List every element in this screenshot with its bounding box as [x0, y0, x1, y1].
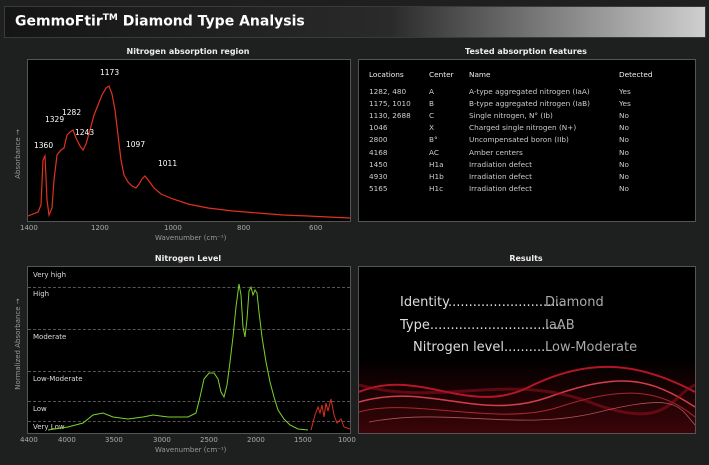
- table-cell: B°: [429, 135, 438, 145]
- table-cell: A: [429, 86, 434, 96]
- absorption-chart: 1360 1329 1282 1243 1173 1097 1011: [27, 59, 351, 222]
- nitrogen-level-value: Low-Moderate: [545, 340, 638, 355]
- results-panel-title: Results: [509, 254, 543, 263]
- peak-label: 1243: [75, 128, 95, 137]
- absorption-x-tick: 600: [309, 224, 323, 232]
- table-cell: H1a: [429, 159, 444, 169]
- table-cell: No: [619, 123, 629, 133]
- level-red-segment: [310, 398, 350, 431]
- table-cell: 1046: [369, 123, 388, 133]
- title-bar: GemmoFtirTM Diamond Type Analysis: [4, 6, 706, 38]
- table-cell: AC: [429, 147, 439, 157]
- level-x-tick: 1000: [338, 436, 356, 444]
- table-cell: No: [619, 135, 629, 145]
- table-row: 1450 H1a Irradiation defect No: [369, 158, 659, 170]
- table-cell: 1282, 480: [369, 86, 407, 96]
- absorption-spectrum-line: [28, 85, 350, 219]
- table-row: 1130, 2688 C Single nitrogen, N° (Ib) No: [369, 109, 659, 121]
- table-cell: Yes: [619, 86, 631, 96]
- features-panel: Locations Center Name Detected 1282, 480…: [358, 59, 696, 222]
- absorption-x-tick: 800: [237, 224, 251, 232]
- table-cell: Charged single nitrogen (N+): [469, 123, 577, 133]
- level-plot: [47, 283, 350, 431]
- table-cell: Uncompensated boron (IIb): [469, 135, 569, 145]
- table-cell: Amber centers: [469, 147, 523, 157]
- identity-value: Diamond: [545, 295, 604, 310]
- table-cell: H1b: [429, 171, 444, 181]
- table-cell: 1175, 1010: [369, 98, 411, 108]
- app-title: GemmoFtirTM Diamond Type Analysis: [15, 13, 305, 30]
- peak-label: 1097: [126, 140, 146, 149]
- level-x-tick: 3500: [105, 436, 123, 444]
- level-spectrum-line: [47, 283, 309, 431]
- level-x-tick: 2500: [200, 436, 218, 444]
- table-cell: C: [429, 110, 435, 120]
- peak-label: 1173: [100, 68, 120, 77]
- level-x-tick: 1500: [294, 436, 312, 444]
- table-cell: Single nitrogen, N° (Ib): [469, 110, 553, 120]
- table-cell: No: [619, 110, 629, 120]
- table-row: 4168 AC Amber centers No: [369, 146, 659, 158]
- level-x-label: Wavenumber (cm⁻¹): [155, 446, 227, 454]
- table-row: 1175, 1010 B B-type aggregated nitrogen (I…: [369, 97, 659, 109]
- table-cell: No: [619, 159, 629, 169]
- table-header-row: Locations Center Name Detected: [369, 68, 659, 85]
- table-cell: B-type aggregated nitrogen (IaB): [469, 98, 590, 108]
- column-header: Name: [469, 69, 491, 79]
- absorption-panel-title: Nitrogen absorption region: [126, 47, 250, 56]
- absorption-y-label: Absorbance →: [14, 129, 22, 179]
- table-row: 5165 H1c Irradiation defect No: [369, 183, 659, 195]
- column-header: Center: [429, 69, 454, 79]
- table-cell: 1450: [369, 159, 388, 169]
- table-cell: H1c: [429, 184, 444, 194]
- results-panel: Identity............................ Dia…: [358, 266, 696, 434]
- table-cell: X: [429, 123, 434, 133]
- level-panel-title: Nitrogen Level: [154, 254, 222, 263]
- table-row: 2800 B° Uncompensated boron (IIb) No: [369, 134, 659, 146]
- absorption-x-tick: 1000: [164, 224, 182, 232]
- identity-label: Identity............................: [400, 295, 564, 310]
- table-cell: 4930: [369, 171, 388, 181]
- type-value: IaAB: [545, 318, 575, 333]
- type-label: Type.................................: [400, 318, 567, 333]
- table-row: 1282, 480 A A-type aggregated nitrogen (Ia…: [369, 85, 659, 97]
- table-cell: B: [429, 98, 435, 108]
- table-cell: Irradiation defect: [469, 171, 532, 181]
- table-cell: 5165: [369, 184, 388, 194]
- nitrogen-level-chart: Very high High Moderate Low-Moderate Low…: [27, 266, 351, 434]
- table-row: 4930 H1b Irradiation defect No: [369, 170, 659, 182]
- level-y-label: Normalized Absorbance →: [14, 298, 22, 390]
- table-cell: Irradiation defect: [469, 159, 532, 169]
- level-x-tick: 3000: [153, 436, 171, 444]
- absorption-plot: [28, 85, 350, 219]
- nitrogen-level-label: Nitrogen level..........: [413, 340, 546, 355]
- peak-label: 1011: [158, 159, 178, 168]
- absorption-x-tick: 1200: [91, 224, 109, 232]
- table-cell: 4168: [369, 147, 388, 157]
- features-panel-title: Tested absorption features: [465, 47, 587, 56]
- table-cell: No: [619, 184, 629, 194]
- table-row: 1046 X Charged single nitrogen (N+) No: [369, 122, 659, 134]
- table-cell: 1130, 2688: [369, 110, 411, 120]
- level-x-tick: 2000: [247, 436, 265, 444]
- absorption-x-tick: 1400: [20, 224, 38, 232]
- absorption-x-label: Wavenumber (cm⁻¹): [155, 234, 227, 242]
- app-window: GemmoFtirTM Diamond Type Analysis Nitrog…: [0, 0, 709, 465]
- table-cell: No: [619, 171, 629, 181]
- level-x-tick: 4400: [20, 436, 38, 444]
- table-cell: Irradiation defect: [469, 184, 532, 194]
- peak-label: 1282: [62, 108, 82, 117]
- table-cell: 2800: [369, 135, 388, 145]
- table-cell: A-type aggregated nitrogen (IaA): [469, 86, 590, 96]
- column-header: Detected: [619, 69, 653, 79]
- table-cell: Yes: [619, 98, 631, 108]
- column-header: Locations: [369, 69, 404, 79]
- level-x-tick: 4000: [58, 436, 76, 444]
- features-table: Locations Center Name Detected 1282, 480…: [369, 68, 659, 195]
- peak-label: 1360: [34, 141, 54, 150]
- table-cell: No: [619, 147, 629, 157]
